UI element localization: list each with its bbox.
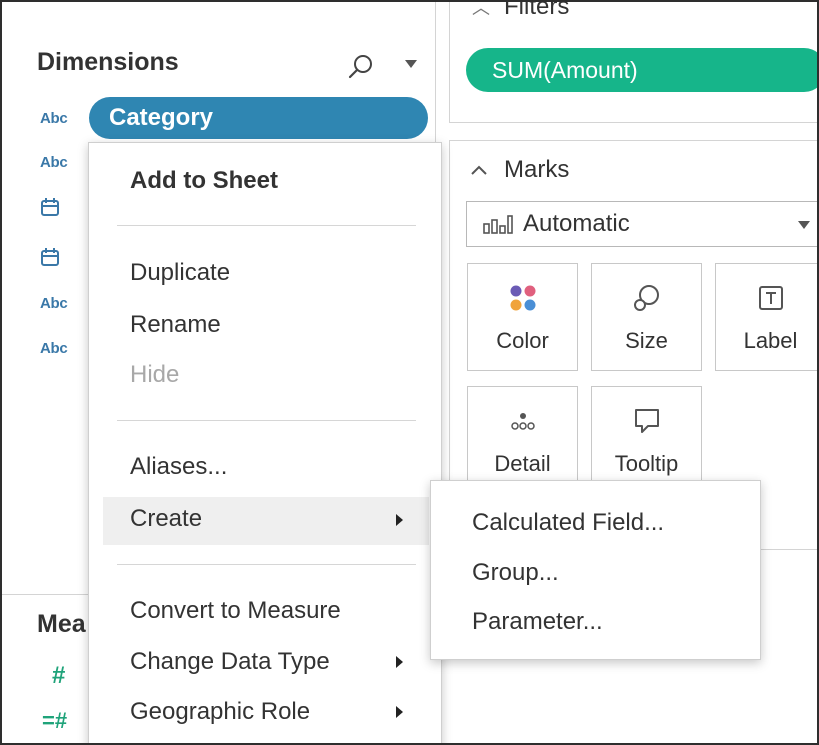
bar-chart-icon xyxy=(483,215,513,234)
search-icon[interactable] xyxy=(346,52,376,82)
label-button[interactable]: Label xyxy=(715,263,817,371)
tooltip-label: Tooltip xyxy=(614,451,679,476)
category-field-pill[interactable]: Category xyxy=(89,97,428,139)
chevron-up-icon[interactable]: ︿ xyxy=(472,2,490,18)
category-field-label: Category xyxy=(109,104,214,131)
menu-separator xyxy=(117,564,416,565)
field-context-menu: Add to Sheet Duplicate Rename Hide Alias… xyxy=(88,142,442,743)
menu-item-duplicate[interactable]: Duplicate xyxy=(130,259,230,287)
submenu-item-calculated-field[interactable]: Calculated Field... xyxy=(472,509,664,537)
sum-amount-label: SUM(Amount) xyxy=(492,56,638,83)
submenu-item-parameter[interactable]: Parameter... xyxy=(472,608,603,636)
menu-item-change-data-type[interactable]: Change Data Type xyxy=(130,648,330,676)
detail-icon xyxy=(507,405,539,437)
sum-amount-pill[interactable]: SUM(Amount) xyxy=(466,48,817,92)
field-type-icon-3 xyxy=(40,190,60,224)
label-label: Label xyxy=(743,328,798,353)
detail-button[interactable]: Detail xyxy=(467,386,578,494)
chevron-down-icon xyxy=(798,221,810,229)
menu-item-rename[interactable]: Rename xyxy=(130,311,221,339)
filters-title-text: Filters xyxy=(504,0,570,20)
size-icon xyxy=(631,282,663,314)
calendar-icon xyxy=(41,248,59,266)
submenu-item-group[interactable]: Group... xyxy=(472,559,559,587)
abc-icon: Abc xyxy=(40,339,68,357)
menu-item-create[interactable]: Create xyxy=(130,505,202,533)
field-type-icon-4 xyxy=(40,240,60,274)
chevron-right-icon xyxy=(396,656,403,668)
abc-icon: Abc xyxy=(40,153,68,171)
chevron-down-icon[interactable] xyxy=(404,58,418,70)
menu-item-convert-to-measure[interactable]: Convert to Measure xyxy=(130,597,341,625)
menu-item-geographic-role[interactable]: Geographic Role xyxy=(130,698,310,726)
tooltip-button[interactable]: Tooltip xyxy=(591,386,702,494)
field-type-icon-6: Abc xyxy=(40,331,68,365)
create-submenu: Calculated Field... Group... Parameter..… xyxy=(430,480,761,660)
mark-type-dropdown[interactable]: Automatic xyxy=(466,201,817,247)
menu-item-aliases[interactable]: Aliases... xyxy=(130,453,227,481)
marks-title: Marks xyxy=(504,156,570,183)
detail-label: Detail xyxy=(494,451,551,476)
field-type-icon-2: Abc xyxy=(40,145,68,179)
filters-title: ︿ Filters xyxy=(472,0,570,21)
measure-hash-icon: # xyxy=(52,662,66,689)
abc-icon: Abc xyxy=(40,109,68,127)
color-dots-icon xyxy=(507,282,539,314)
menu-item-add-to-sheet[interactable]: Add to Sheet xyxy=(130,167,278,195)
dimensions-header: Dimensions xyxy=(37,48,179,76)
label-icon xyxy=(755,282,787,314)
mark-type-value: Automatic xyxy=(523,210,630,237)
color-label: Color xyxy=(496,328,549,353)
size-label: Size xyxy=(625,328,668,353)
field-type-icon-1: Abc xyxy=(40,101,68,135)
measure-values-icon: =# xyxy=(42,708,68,733)
chevron-up-icon[interactable] xyxy=(470,164,488,176)
chevron-right-icon xyxy=(396,706,403,718)
chevron-right-icon xyxy=(396,514,403,526)
calendar-icon xyxy=(41,198,59,216)
menu-item-hide: Hide xyxy=(130,361,180,388)
menu-separator xyxy=(117,225,416,226)
tableau-worksheet: Dimensions Abc Abc Abc Abc Category Mea … xyxy=(0,0,819,745)
size-button[interactable]: Size xyxy=(591,263,702,371)
tooltip-icon xyxy=(631,405,663,437)
field-type-icon-5: Abc xyxy=(40,286,68,320)
abc-icon: Abc xyxy=(40,294,68,312)
menu-separator xyxy=(117,420,416,421)
color-button[interactable]: Color xyxy=(467,263,578,371)
